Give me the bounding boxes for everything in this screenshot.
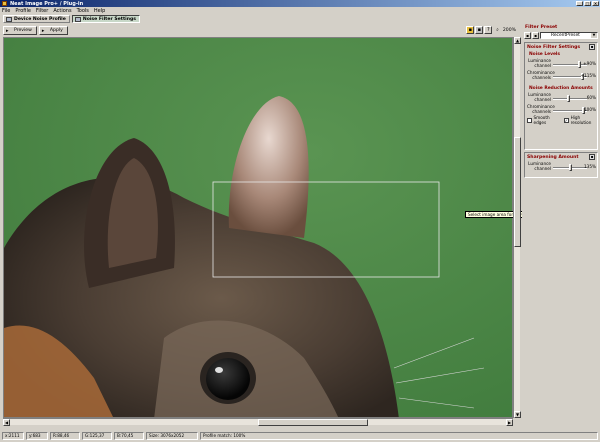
slider-value: 135% bbox=[584, 164, 596, 169]
high-resolution-label: High resolution bbox=[570, 115, 592, 125]
toolbar: ▸ Preview ▸ Apply ▪ ▪ ? ⌕ 200% bbox=[0, 25, 520, 36]
slider-track[interactable] bbox=[553, 64, 587, 66]
slider-value: 100% bbox=[584, 107, 596, 112]
settings-help-icon[interactable]: ▪ bbox=[589, 44, 595, 50]
window-title: Neat Image Pro+ / Plug-in bbox=[10, 0, 84, 7]
sharpening-title: Sharpening Amount bbox=[527, 154, 579, 160]
status-profile-match: Profile match: 100% bbox=[200, 432, 598, 440]
title-bar: Neat Image Pro+ / Plug-in _ □ × bbox=[0, 0, 600, 7]
apply-icon: ▸ bbox=[41, 28, 45, 34]
status-x: x:2111 bbox=[2, 432, 24, 440]
slider-value: +90% bbox=[583, 61, 596, 66]
horizontal-scrollbar[interactable]: ◀ ▶ bbox=[3, 418, 513, 426]
scroll-right-icon[interactable]: ▶ bbox=[506, 419, 513, 426]
preview-label: Preview bbox=[14, 28, 32, 33]
slider-value: 60% bbox=[586, 95, 596, 100]
scroll-up-icon[interactable]: ▲ bbox=[514, 37, 521, 44]
slider-label: Chrominance channels bbox=[527, 104, 555, 114]
tab-row: Device Noise Profile Noise Filter Settin… bbox=[0, 14, 600, 24]
menu-help[interactable]: Help bbox=[94, 8, 105, 14]
noise-filter-settings-title: Noise Filter Settings bbox=[527, 44, 581, 50]
sharpening-group: Sharpening Amount ▪ Luminance channel 13… bbox=[524, 152, 598, 178]
noise-levels-title: Noise Levels bbox=[529, 52, 561, 57]
slider-knob[interactable] bbox=[578, 61, 582, 68]
menu-filter[interactable]: Filter bbox=[36, 8, 48, 14]
slider-label: Luminance channel bbox=[528, 161, 551, 171]
scroll-down-icon[interactable]: ▼ bbox=[514, 411, 521, 418]
menu-actions[interactable]: Actions bbox=[53, 8, 71, 14]
settings-panel: Filter Preset ▪ ▪ RecentPreset ▼ Noise F… bbox=[522, 24, 600, 428]
noise-level-chrominance-row: Chrominance channels +115% bbox=[525, 70, 597, 82]
scroll-left-icon[interactable]: ◀ bbox=[3, 419, 10, 426]
reduction-luminance-row: Luminance channel 60% bbox=[525, 92, 597, 104]
maximize-button[interactable]: □ bbox=[584, 1, 591, 6]
reduction-chrominance-row: Chrominance channels 100% bbox=[525, 104, 597, 116]
menu-profile[interactable]: Profile bbox=[15, 8, 31, 14]
help-icon[interactable]: ? bbox=[484, 26, 493, 34]
tab-label: Device Noise Profile bbox=[14, 16, 66, 22]
zoom-level[interactable]: 200% bbox=[503, 28, 516, 33]
open-icon[interactable]: ▪ bbox=[475, 26, 484, 34]
slider-knob[interactable] bbox=[566, 95, 570, 102]
sharpening-help-icon[interactable]: ▪ bbox=[589, 154, 595, 160]
close-button[interactable]: × bbox=[592, 1, 599, 6]
filter-preset-title: Filter Preset bbox=[525, 25, 558, 30]
noise-filter-settings-group: Noise Filter Settings ▪ Noise Levels Lum… bbox=[524, 42, 598, 150]
reduction-title: Noise Reduction Amounts bbox=[529, 86, 593, 91]
tab-noise-filter-settings[interactable]: Noise Filter Settings bbox=[71, 15, 141, 23]
status-size: Size: 3076x2052 bbox=[146, 432, 198, 440]
vertical-scrollbar[interactable]: ▲ ▼ bbox=[513, 37, 521, 418]
preset-save-icon[interactable]: ▪ bbox=[524, 32, 531, 39]
menu-tools[interactable]: Tools bbox=[77, 8, 89, 14]
high-resolution-checkbox[interactable]: ✓ bbox=[563, 117, 569, 123]
status-b: B:70,45 bbox=[114, 432, 144, 440]
slider-knob[interactable] bbox=[568, 164, 572, 171]
preset-row: ▪ ▪ RecentPreset ▼ bbox=[524, 32, 598, 40]
minimize-button[interactable]: _ bbox=[576, 1, 583, 6]
slider-label: Chrominance channels bbox=[527, 70, 555, 80]
slider-label: Luminance channel bbox=[528, 92, 551, 102]
status-bar: x:2111 y:683 R:88,46 G:125,37 B:70,45 Si… bbox=[0, 431, 600, 442]
smooth-edges-checkbox[interactable] bbox=[527, 117, 532, 123]
app-icon bbox=[2, 1, 7, 6]
slider-track[interactable] bbox=[553, 98, 587, 100]
preview-icon: ▸ bbox=[6, 28, 9, 34]
slider-value: +115% bbox=[580, 73, 596, 78]
tab-label: Noise Filter Settings bbox=[82, 16, 137, 22]
tab-device-noise-profile[interactable]: Device Noise Profile bbox=[3, 15, 70, 23]
checkbox-row: Smooth edges ✓ High resolution bbox=[525, 115, 597, 125]
menu-file[interactable]: File bbox=[2, 8, 10, 14]
chevron-down-icon: ▼ bbox=[591, 33, 597, 38]
status-g: G:125,37 bbox=[82, 432, 112, 440]
image-canvas[interactable] bbox=[3, 37, 513, 418]
smooth-edges-label: Smooth edges bbox=[533, 115, 550, 125]
menu-bar: File Profile Filter Actions Tools Help bbox=[0, 7, 600, 14]
horizontal-scroll-thumb[interactable] bbox=[258, 419, 368, 426]
slider-label: Luminance channel bbox=[528, 58, 551, 68]
vertical-scroll-thumb[interactable] bbox=[514, 137, 521, 247]
filter-tab-icon bbox=[74, 17, 81, 22]
preview-button[interactable]: ▸ Preview bbox=[3, 26, 37, 35]
apply-button[interactable]: ▸ Apply bbox=[38, 26, 68, 35]
preset-open-icon[interactable]: ▪ bbox=[532, 32, 539, 39]
preset-value: RecentPreset bbox=[551, 33, 580, 38]
sharpening-luminance-row: Luminance channel 135% bbox=[525, 161, 597, 173]
squirrel-photo bbox=[4, 38, 512, 417]
save-icon[interactable]: ▪ bbox=[466, 26, 475, 34]
status-r: R:88,46 bbox=[50, 432, 80, 440]
zoom-icon[interactable]: ⌕ bbox=[496, 27, 499, 33]
profile-tab-icon bbox=[6, 17, 12, 22]
apply-label: Apply bbox=[49, 28, 63, 33]
preset-select[interactable]: RecentPreset ▼ bbox=[540, 32, 598, 39]
noise-level-luminance-row: Luminance channel +90% bbox=[525, 58, 597, 70]
status-y: y:683 bbox=[26, 432, 48, 440]
